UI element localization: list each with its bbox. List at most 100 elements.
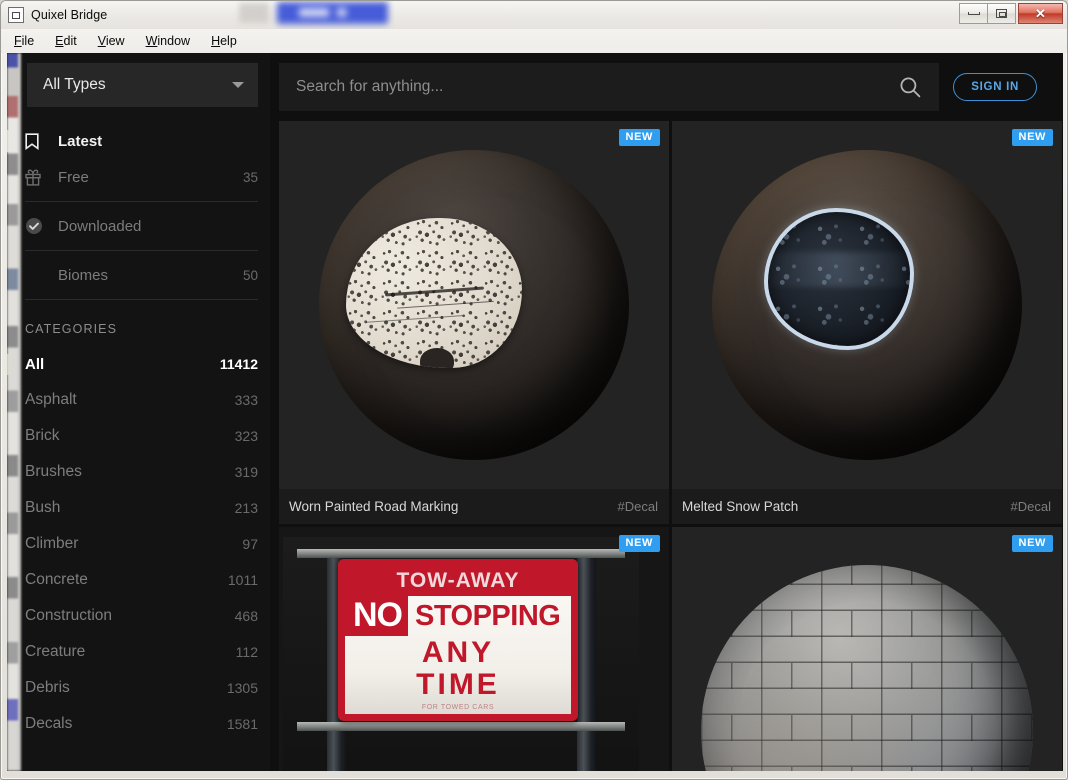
window-title: Quixel Bridge <box>31 8 107 22</box>
sidebar-category-brushes[interactable]: Brushes 319 <box>21 454 258 490</box>
sign-word-stopping: STOPPING <box>415 600 560 633</box>
category-label: Debris <box>25 679 227 697</box>
type-filter-label: All Types <box>43 76 232 94</box>
menu-item-edit[interactable]: Edit <box>55 34 77 48</box>
asset-thumbnail: TOW-AWAY NO STOPPING ANY TIME FOR TOWED … <box>279 527 669 771</box>
material-sphere <box>712 150 1022 460</box>
sidebar-section-title-categories: CATEGORIES <box>25 322 258 336</box>
road-sign-preview: TOW-AWAY NO STOPPING ANY TIME FOR TOWED … <box>279 527 669 771</box>
search-icon[interactable] <box>899 76 921 98</box>
close-button[interactable]: ✕ <box>1018 3 1063 24</box>
asset-card-footer: Melted Snow Patch #Decal <box>672 489 1062 524</box>
category-count: 112 <box>236 644 258 660</box>
sign-in-button[interactable]: SIGN IN <box>953 73 1037 101</box>
worn-paint-decal <box>346 218 522 368</box>
sidebar-item-free[interactable]: Free 35 <box>21 159 258 195</box>
search-box[interactable] <box>279 63 939 111</box>
sidebar-category-concrete[interactable]: Concrete 1011 <box>21 562 258 598</box>
category-label: Brushes <box>25 463 235 481</box>
road-sign-photo: TOW-AWAY NO STOPPING ANY TIME FOR TOWED … <box>283 537 639 771</box>
sidebar-category-decals[interactable]: Decals 1581 <box>21 706 258 742</box>
sidebar-item-latest[interactable]: Latest <box>21 123 258 159</box>
background-window-sliver <box>7 53 21 771</box>
category-count: 323 <box>235 428 258 444</box>
sidebar-category-brick[interactable]: Brick 323 <box>21 418 258 454</box>
sidebar-divider <box>25 299 258 300</box>
title-bar[interactable]: Quixel Bridge ✕ <box>1 1 1067 29</box>
asset-card[interactable]: NEW Worn Painted Road Marking #Decal <box>279 121 669 524</box>
sign-rail-bottom <box>297 722 625 731</box>
new-badge: NEW <box>619 535 660 552</box>
sign-rail-top <box>297 549 625 558</box>
type-filter-dropdown[interactable]: All Types <box>27 63 258 107</box>
menu-item-help[interactable]: Help <box>211 34 237 48</box>
sidebar-category-climber[interactable]: Climber 97 <box>21 526 258 562</box>
window-controls[interactable]: ✕ <box>959 3 1063 24</box>
asset-thumbnail <box>672 121 1062 489</box>
brick-sphere-preview <box>672 527 1062 771</box>
menu-accel-window: W <box>146 34 158 48</box>
maximize-button[interactable] <box>987 3 1016 24</box>
asset-card[interactable]: NEW <box>672 527 1062 771</box>
chevron-down-icon <box>232 82 244 88</box>
sidebar-category-all[interactable]: All 11412 <box>21 346 258 382</box>
sidebar-divider <box>25 201 258 202</box>
menu-rest-edit: dit <box>64 34 77 48</box>
category-label: Construction <box>25 607 235 625</box>
sidebar-category-construction[interactable]: Construction 468 <box>21 598 258 634</box>
menu-item-file[interactable]: File <box>14 34 34 48</box>
sign-line-any: ANY <box>345 636 571 670</box>
menu-rest-window: indow <box>157 34 190 48</box>
menu-item-view[interactable]: View <box>98 34 125 48</box>
sidebar-item-biomes[interactable]: Biomes 50 <box>21 257 258 293</box>
asset-card[interactable]: NEW Melted Snow Patch #Decal <box>672 121 1062 524</box>
sidebar-category-creature[interactable]: Creature 112 <box>21 634 258 670</box>
asset-title: Melted Snow Patch <box>682 499 1011 514</box>
category-label: Asphalt <box>25 391 235 409</box>
sign-word-no: NO <box>345 596 408 636</box>
new-badge: NEW <box>1012 129 1053 146</box>
category-count: 1581 <box>227 716 258 732</box>
sidebar-item-downloaded[interactable]: Downloaded <box>21 208 258 244</box>
sidebar-category-bush[interactable]: Bush 213 <box>21 490 258 526</box>
menu-accel-help: H <box>211 34 220 48</box>
material-sphere <box>319 150 629 460</box>
close-icon: ✕ <box>1035 7 1046 20</box>
sidebar-divider <box>25 250 258 251</box>
category-label: Concrete <box>25 571 228 589</box>
menu-rest-view: iew <box>106 34 125 48</box>
asset-thumbnail <box>279 121 669 489</box>
sidebar-category-asphalt[interactable]: Asphalt 333 <box>21 382 258 418</box>
gift-icon <box>25 169 47 186</box>
category-count: 11412 <box>220 356 258 372</box>
sidebar-item-label-latest: Latest <box>58 133 258 150</box>
menu-accel-edit: E <box>55 34 63 48</box>
menu-item-window[interactable]: Window <box>146 34 190 48</box>
obscured-titlebar-overlay <box>277 2 388 24</box>
main-panel: SIGN IN NEW <box>270 53 1063 771</box>
sign-line-tow-away: TOW-AWAY <box>345 566 571 596</box>
asset-grid: NEW Worn Painted Road Marking #Decal <box>279 121 1063 771</box>
menu-accel-file: F <box>14 34 22 48</box>
melted-snow-decal <box>764 208 914 350</box>
app-content: All Types Latest <box>7 53 1063 771</box>
sidebar-category-debris[interactable]: Debris 1305 <box>21 670 258 706</box>
minimize-button[interactable] <box>959 3 988 24</box>
category-count: 97 <box>242 536 258 552</box>
material-sphere <box>701 565 1033 771</box>
category-count: 1011 <box>228 572 258 588</box>
asset-card[interactable]: TOW-AWAY NO STOPPING ANY TIME FOR TOWED … <box>279 527 669 771</box>
bookmark-icon <box>25 133 47 150</box>
sphere-preview <box>672 121 1062 489</box>
sign-line-time: TIME <box>345 668 571 702</box>
category-count: 1305 <box>227 680 258 696</box>
category-label: Climber <box>25 535 242 553</box>
category-count: 213 <box>235 500 258 516</box>
menu-bar[interactable]: File Edit View Window Help <box>1 29 1067 53</box>
minimize-icon <box>968 12 980 15</box>
sidebar-item-label-free: Free <box>58 169 243 186</box>
category-count: 468 <box>235 608 258 624</box>
search-input[interactable] <box>296 78 899 96</box>
category-label: Creature <box>25 643 236 661</box>
asset-thumbnail <box>672 527 1062 771</box>
